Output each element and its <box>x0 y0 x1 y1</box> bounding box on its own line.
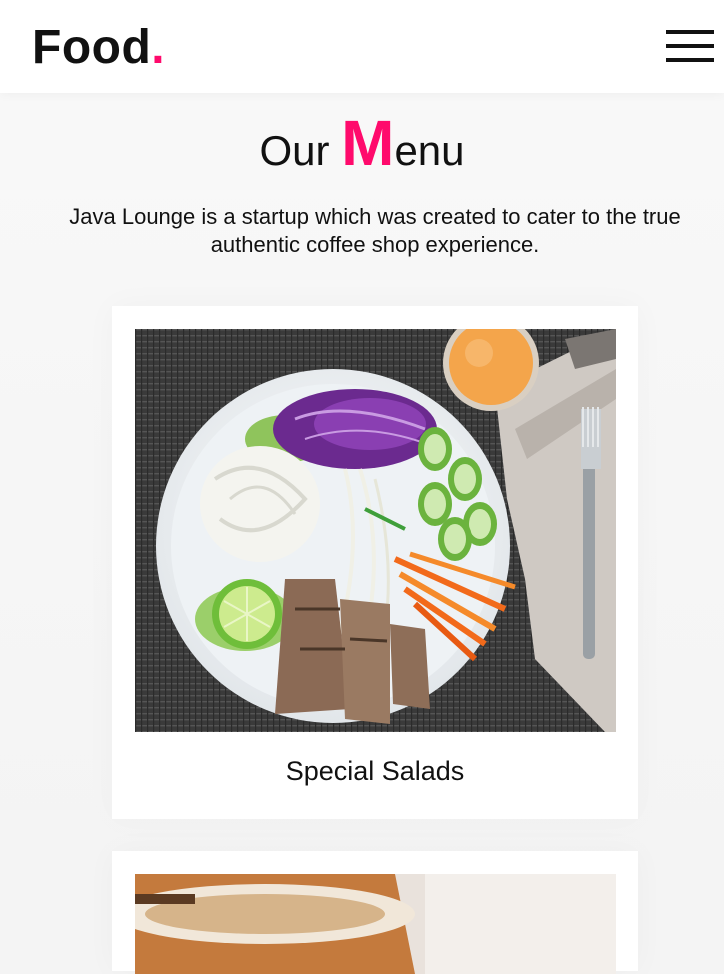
menu-section: Our Menu Java Lounge is a startup which … <box>0 93 724 974</box>
hamburger-line <box>666 30 714 34</box>
site-logo[interactable]: Food. <box>32 18 165 78</box>
hamburger-menu-icon[interactable] <box>666 30 714 63</box>
title-rest: enu <box>394 127 465 174</box>
menu-item-label: Special Salads <box>285 756 465 786</box>
logo-dot: . <box>151 21 166 74</box>
section-description: Java Lounge is a startup which was creat… <box>69 204 681 257</box>
hamburger-line <box>666 58 714 62</box>
section-title: Our Menu <box>0 103 724 191</box>
logo-text: Food <box>32 21 152 74</box>
title-prefix: Our <box>259 127 342 174</box>
title-initial: M <box>341 107 395 179</box>
hamburger-line <box>666 44 714 48</box>
salad-bowl-photo <box>135 329 616 732</box>
coffee-cup-photo <box>135 874 616 974</box>
site-header: Food. <box>0 0 724 93</box>
menu-card[interactable] <box>112 851 638 974</box>
menu-card[interactable]: Special Salads <box>112 306 638 819</box>
